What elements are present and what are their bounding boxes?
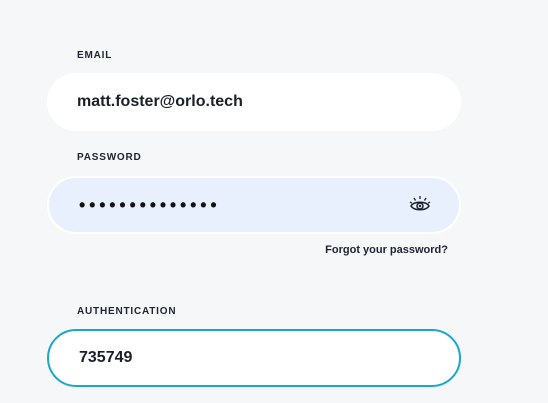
- eye-icon[interactable]: [407, 192, 433, 218]
- authentication-field[interactable]: 735749: [47, 329, 461, 387]
- authentication-value: 735749: [79, 349, 133, 366]
- password-masked-value: ••••••••••••••: [79, 195, 221, 215]
- email-field[interactable]: matt.foster@orlo.tech: [47, 73, 461, 131]
- authentication-label: AUTHENTICATION: [77, 306, 177, 317]
- password-field[interactable]: ••••••••••••••: [47, 176, 461, 234]
- login-form: EMAIL matt.foster@orlo.tech PASSWORD •••…: [0, 0, 548, 403]
- email-value: matt.foster@orlo.tech: [77, 93, 243, 110]
- password-label: PASSWORD: [77, 152, 142, 163]
- email-label: EMAIL: [77, 50, 113, 61]
- forgot-password-link[interactable]: Forgot your password?: [325, 244, 448, 256]
